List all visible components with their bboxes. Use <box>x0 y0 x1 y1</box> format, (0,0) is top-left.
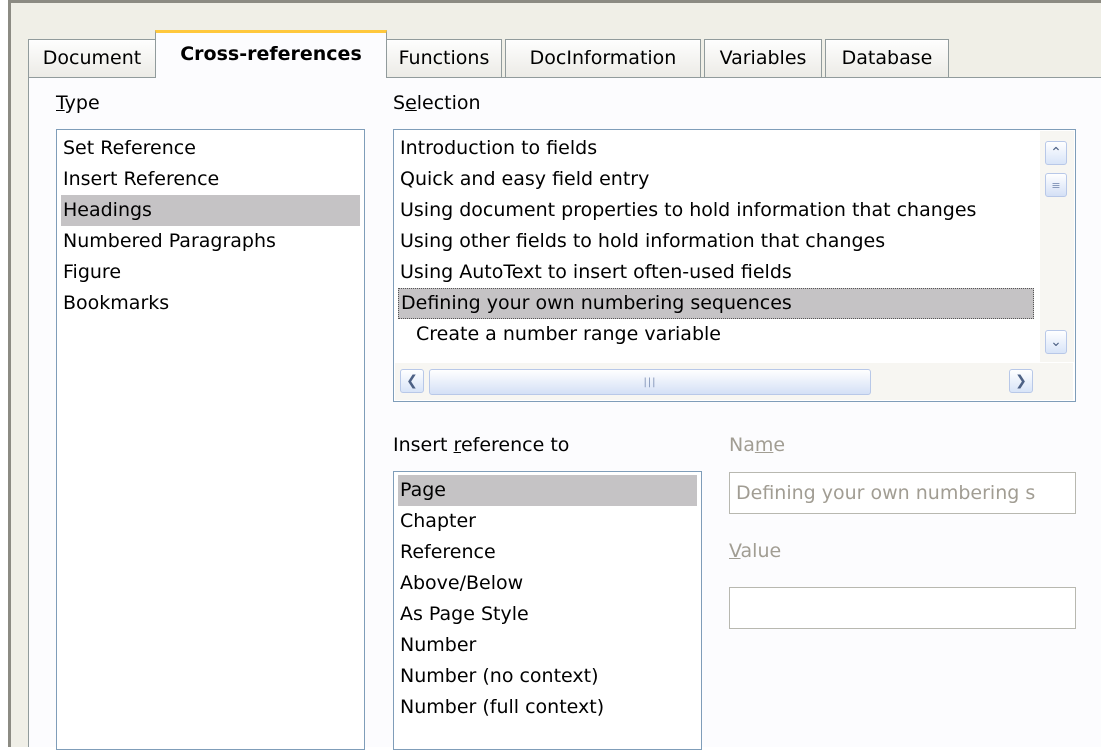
chevron-right-icon[interactable]: ❯ <box>1009 369 1033 393</box>
reference-format-item-page[interactable]: Page <box>398 475 697 506</box>
selection-item[interactable]: Using other fields to hold information t… <box>398 226 885 257</box>
cross-references-panel: Type Set Reference Insert Reference Head… <box>28 77 1101 750</box>
horizontal-scroll-thumb[interactable]: ||| <box>429 369 871 395</box>
tab-variables[interactable]: Variables <box>704 39 822 77</box>
reference-format-item[interactable]: Reference <box>398 537 496 568</box>
selection-horizontal-scrollbar[interactable]: ❮ ||| ❯ <box>395 363 1073 400</box>
name-field[interactable]: Defining your own numbering s <box>729 472 1076 514</box>
insert-reference-label: Insert reference to <box>393 434 570 456</box>
type-item-numbered-paragraphs[interactable]: Numbered Paragraphs <box>61 226 276 257</box>
reference-format-item[interactable]: Chapter <box>398 506 476 537</box>
type-list[interactable]: Set Reference Insert Reference Headings … <box>56 129 365 750</box>
reference-format-item[interactable]: Number (no context) <box>398 661 599 692</box>
tab-functions[interactable]: Functions <box>386 39 502 77</box>
reference-format-item[interactable]: As Page Style <box>398 599 529 630</box>
reference-format-item[interactable]: Number (full context) <box>398 692 604 723</box>
selection-item[interactable]: Create a number range variable <box>414 319 721 350</box>
tab-docinformation[interactable]: DocInformation <box>505 39 701 77</box>
insert-reference-list[interactable]: Page Chapter Reference Above/Below As Pa… <box>393 471 702 750</box>
type-item-insert-reference[interactable]: Insert Reference <box>61 164 219 195</box>
selection-item[interactable]: Introduction to fields <box>398 133 597 164</box>
value-field[interactable] <box>729 587 1076 629</box>
selection-item[interactable]: Using AutoText to insert often-used fiel… <box>398 257 792 288</box>
type-item-headings[interactable]: Headings <box>61 195 360 226</box>
selection-list[interactable]: Introduction to fields Quick and easy fi… <box>393 129 1076 402</box>
type-item-figure[interactable]: Figure <box>61 257 121 288</box>
chevron-left-icon[interactable]: ❮ <box>400 369 424 393</box>
tab-document[interactable]: Document <box>28 39 156 77</box>
name-label: Name <box>729 434 786 456</box>
type-label: Type <box>56 92 100 114</box>
chevron-down-icon[interactable]: ⌄ <box>1045 330 1067 354</box>
reference-format-item[interactable]: Above/Below <box>398 568 523 599</box>
selection-item[interactable]: Quick and easy field entry <box>398 164 649 195</box>
value-label: Value <box>729 540 782 562</box>
type-item-bookmarks[interactable]: Bookmarks <box>61 288 169 319</box>
vertical-scroll-thumb[interactable]: ≡ <box>1045 173 1067 197</box>
chevron-up-icon[interactable]: ⌃ <box>1045 141 1067 165</box>
tab-cross-references[interactable]: Cross-references <box>155 30 387 78</box>
type-item-set-reference[interactable]: Set Reference <box>61 133 196 164</box>
tab-database[interactable]: Database <box>825 39 949 77</box>
reference-format-item[interactable]: Number <box>398 630 476 661</box>
fields-dialog: Document Cross-references Functions DocI… <box>8 0 1101 750</box>
selection-item-selected[interactable]: Defining your own numbering sequences <box>398 288 1034 319</box>
selection-item[interactable]: Using document properties to hold inform… <box>398 195 976 226</box>
selection-label: Selection <box>393 92 481 114</box>
selection-vertical-scrollbar[interactable]: ⌃ ≡ ⌄ <box>1040 131 1074 362</box>
